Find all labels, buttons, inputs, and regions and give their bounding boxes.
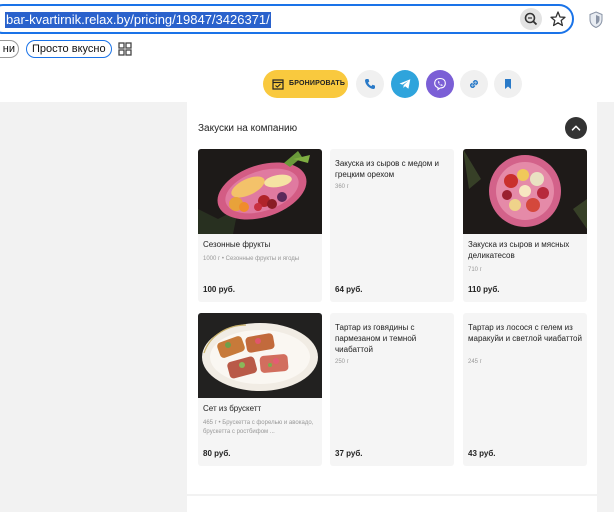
menu-item-card[interactable]: Сет из брускетт 465 г • Брускетта с форе… [198, 313, 322, 466]
dish-details: 1000 г • Сезонные фрукты и ягоды [203, 256, 300, 262]
dish-price: 80 руб. [203, 449, 231, 458]
viber-button[interactable] [426, 70, 454, 98]
collapse-button[interactable] [565, 117, 587, 139]
dish-photo-cheese-meat [463, 149, 587, 234]
menu-item-card[interactable]: Закуска из сыров с медом и грецким орехо… [330, 149, 454, 302]
menu-item-card[interactable]: Сезонные фрукты 1000 г • Сезонные фрукты… [198, 149, 322, 302]
dish-name: Тартар из говядины с пармезаном и темной… [335, 323, 417, 354]
dish-details: 465 г • Брускетта с форелью и авокадо, б… [203, 420, 314, 435]
address-bar[interactable]: bar-kvartirnik.relax.by/pricing/19847/34… [0, 4, 574, 34]
zoom-icon[interactable] [520, 8, 542, 30]
bookmark-chip[interactable]: ни [0, 40, 19, 58]
bookmark-chip[interactable]: Просто вкусно [26, 40, 112, 58]
dish-name: Сет из брускетт [203, 404, 262, 413]
browser-chrome: bar-kvartirnik.relax.by/pricing/19847/34… [0, 0, 614, 66]
dish-details: 250 г [335, 359, 349, 365]
menu-item-card[interactable]: Тартар из лосося с гелем из маракуйи и с… [463, 313, 587, 466]
telegram-icon [399, 79, 411, 89]
dish-photo-fruits [198, 149, 322, 234]
chevron-up-icon [571, 125, 581, 131]
shield-extension-icon[interactable] [585, 9, 607, 31]
menu-item-card[interactable]: Тартар из говядины с пармезаном и темной… [330, 313, 454, 466]
dish-details: 710 г [468, 267, 482, 273]
dish-price: 64 руб. [335, 285, 363, 294]
dish-price: 110 руб. [468, 285, 500, 294]
apps-grid-icon[interactable] [117, 41, 133, 57]
telegram-button[interactable] [391, 70, 419, 98]
venue-action-bar: БРОНИРОВАТЬ [0, 66, 614, 102]
book-button-label: БРОНИРОВАТЬ [289, 80, 346, 87]
calendar-check-icon [272, 79, 284, 90]
url-text[interactable]: bar-kvartirnik.relax.by/pricing/19847/34… [5, 12, 271, 28]
bookmark-star-icon[interactable] [547, 8, 569, 30]
link-icon [470, 80, 478, 88]
next-section-panel [187, 496, 597, 512]
bookmark-icon [505, 79, 511, 89]
phone-icon [365, 79, 375, 89]
dish-price: 100 руб. [203, 285, 235, 294]
dish-name: Закуска из сыров с медом и грецким орехо… [335, 159, 439, 179]
dish-name: Тартар из лосося с гелем из маракуйи и с… [468, 323, 582, 343]
section-title: Закуски на компанию [198, 123, 298, 134]
menu-item-card[interactable]: Закуска из сыров и мясных деликатесов 71… [463, 149, 587, 302]
dish-name: Закуска из сыров и мясных деликатесов [468, 240, 570, 260]
save-bookmark-button[interactable] [494, 70, 522, 98]
phone-button[interactable] [356, 70, 384, 98]
share-link-button[interactable] [460, 70, 488, 98]
dish-name: Сезонные фрукты [203, 240, 271, 249]
dish-price: 37 руб. [335, 449, 363, 458]
dish-photo-bruschetta [198, 313, 322, 398]
book-button[interactable]: БРОНИРОВАТЬ [263, 70, 348, 98]
dish-price: 43 руб. [468, 449, 496, 458]
dish-details: 245 г [468, 359, 482, 365]
viber-icon [434, 77, 446, 91]
menu-section-panel: Закуски на компанию Сезонные фрукты 1000… [187, 102, 597, 494]
page-content: БРОНИРОВАТЬ Закуски на компанию Сезонные… [0, 66, 614, 512]
dish-details: 360 г [335, 184, 349, 190]
